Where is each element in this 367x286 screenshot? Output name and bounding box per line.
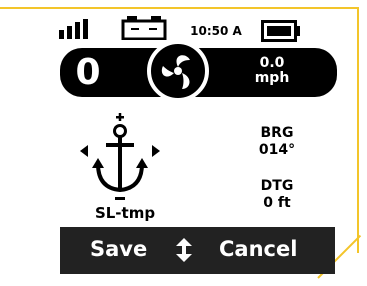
distance-readout: DTG 0 ft: [242, 178, 312, 212]
propeller-icon: [161, 55, 190, 89]
battery-full-icon: [261, 20, 300, 42]
speed-mode-value: 0: [75, 52, 101, 93]
speed-reading: 0.0 mph: [236, 56, 308, 86]
speed-reading-value: 0.0: [259, 55, 285, 71]
signal-bars-icon: [59, 19, 88, 39]
save-button[interactable]: Save: [90, 237, 147, 261]
battery-charging-icon: [121, 16, 167, 40]
bearing-label: BRG: [260, 125, 294, 141]
cancel-button[interactable]: Cancel: [219, 237, 297, 261]
bearing-value: 014°: [258, 142, 296, 158]
distance-value: 0 ft: [263, 195, 291, 211]
anchor-name: SL-tmp: [94, 204, 156, 222]
up-down-arrows-icon[interactable]: [176, 238, 192, 262]
distance-label: DTG: [260, 178, 294, 194]
anchor-icon: [80, 113, 160, 200]
bearing-readout: BRG 014°: [242, 125, 312, 159]
clock: 10:50 A: [190, 24, 242, 38]
speed-reading-unit: mph: [254, 70, 290, 86]
